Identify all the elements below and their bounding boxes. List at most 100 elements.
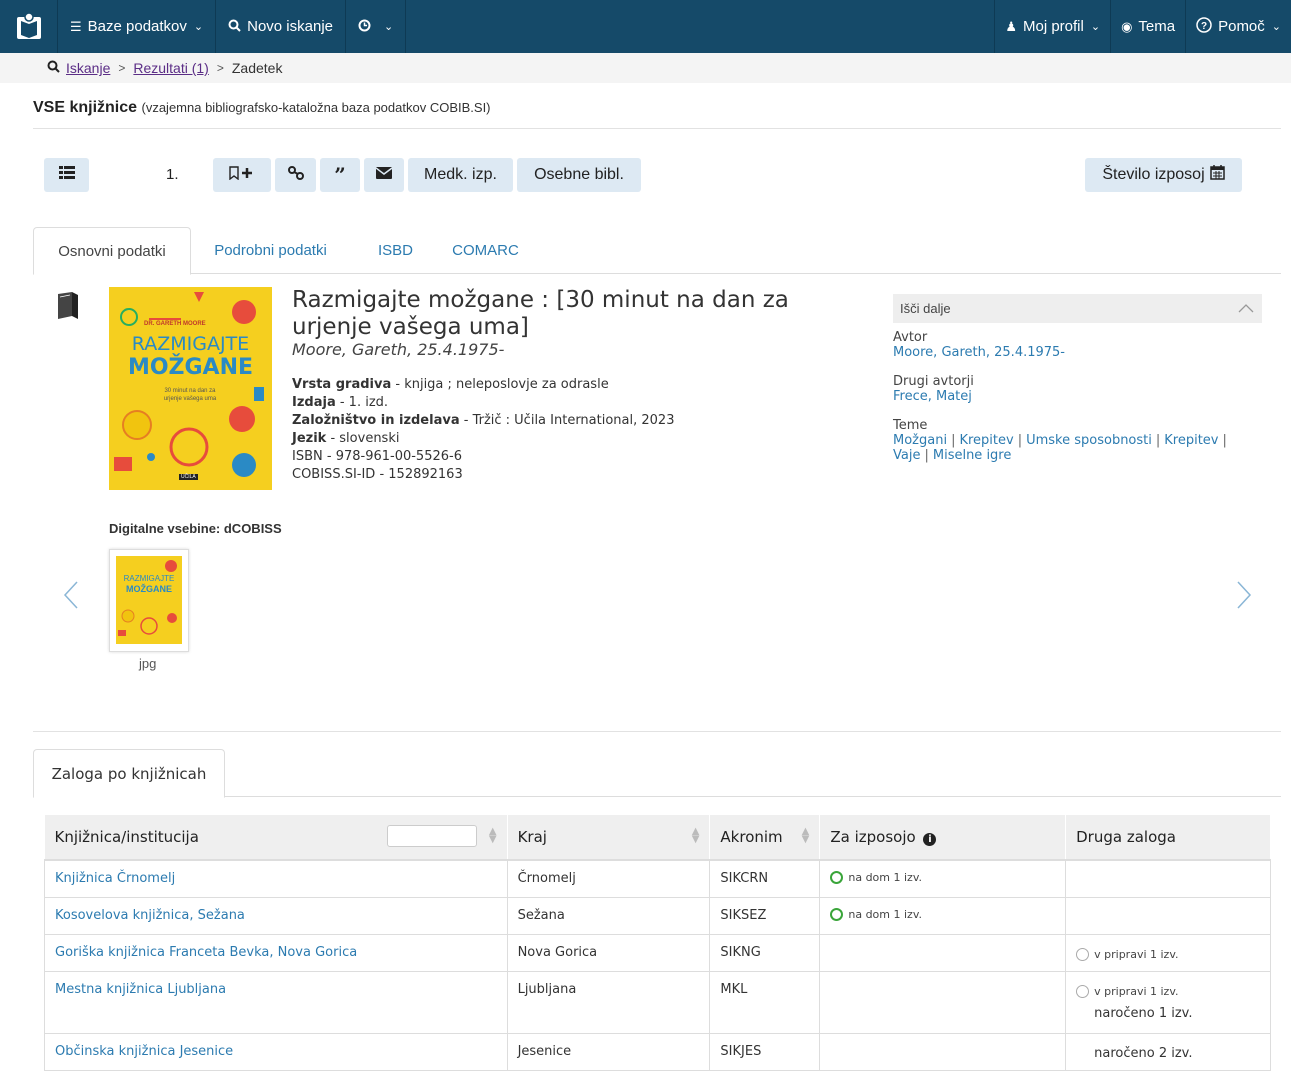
digital-thumbnail[interactable]: RAZMIGAJTE MOŽGANE (109, 549, 189, 652)
in-preparation-circle-icon (1076, 984, 1090, 998)
library-link[interactable]: Mestna knjižnica Ljubljana (55, 982, 226, 997)
column-header-acronym[interactable]: Akronim ▲ ▼ (709, 815, 821, 861)
theme-button[interactable]: ◉ Tema (1111, 0, 1187, 53)
chevron-down-icon: ⌄ (384, 21, 394, 33)
available-circle-icon (830, 871, 844, 884)
topic-link[interactable]: Možgani (893, 433, 947, 448)
cover-title-line1: RAZMIGAJTE (131, 333, 250, 355)
email-button[interactable] (364, 158, 404, 192)
record-title: Razmigajte možgane : [30 minut na dan za… (292, 287, 789, 340)
user-icon: ♟ (1005, 18, 1017, 34)
available-cell (819, 970, 1067, 1034)
book-cover-image[interactable]: DR. GARETH MOORE RAZMIGAJTE MOŽGANE 30 m… (109, 287, 272, 490)
breadcrumb: Iskanje > Rezultati (1) > Zadetek (0, 53, 1291, 83)
library-link[interactable]: Goriška knjižnica Franceta Bevka, Nova G… (55, 945, 357, 960)
author-link[interactable]: Moore, Gareth, 25.4.1975- (893, 345, 1065, 360)
acronym-cell: MKL (709, 970, 821, 1034)
book-reader-logo-icon (16, 11, 41, 39)
sort-icon[interactable]: ▲ ▼ (692, 827, 700, 845)
question-circle-icon: ? (1196, 17, 1212, 36)
sort-icon[interactable]: ▲ ▼ (489, 827, 497, 845)
cobiss-logo[interactable] (0, 0, 58, 53)
cover-author: DR. GARETH MOORE (144, 321, 206, 327)
help-menu[interactable]: ? Pomoč ⌄ (1186, 0, 1291, 53)
topic-link[interactable]: Krepitev (1164, 433, 1218, 448)
field-language: Jezik - slovenski (292, 431, 400, 446)
list-view-button[interactable] (44, 158, 89, 192)
acronym-cell: SIKJES (709, 1032, 821, 1071)
new-search-button[interactable]: Novo iskanje (216, 0, 347, 53)
other-authors-label: Drugi avtorji (893, 374, 974, 389)
breadcrumb-separator: > (216, 61, 224, 75)
acronym-cell: SIKSEZ (709, 896, 821, 935)
column-header-city[interactable]: Kraj ▲ ▼ (507, 815, 711, 861)
calendar-icon (1209, 165, 1225, 185)
city-cell: Nova Gorica (506, 933, 711, 972)
ordered-text: naročeno 1 izv. (1094, 1005, 1193, 1021)
database-name: VSE knjižnice (33, 99, 138, 116)
loan-count-button[interactable]: Število izposoj (1085, 158, 1242, 192)
search-more-header[interactable]: Išči dalje (893, 294, 1262, 323)
history-menu[interactable]: ⌄ (346, 0, 407, 53)
topic-link[interactable]: Krepitev (959, 433, 1013, 448)
column-header-available: Za izposojo i (819, 815, 1067, 861)
profile-menu[interactable]: ♟ Moj profil ⌄ (995, 0, 1112, 53)
table-row: Mestna knjižnica Ljubljana Ljubljana MKL… (44, 970, 1271, 1034)
breadcrumb-results-link[interactable]: Rezultati (1) (133, 60, 208, 76)
carousel-prev-icon[interactable] (63, 580, 79, 618)
field-material-type: Vrsta gradiva - knjiga ; neleposlovje za… (292, 377, 609, 392)
topic-link[interactable]: Miselne igre (933, 448, 1012, 463)
profile-label: Moj profil (1022, 18, 1084, 35)
tab-comarc[interactable]: COMARC (438, 227, 533, 274)
breadcrumb-search-link[interactable]: Iskanje (66, 60, 110, 76)
ordered-text: naročeno 2 izv. (1094, 1045, 1193, 1061)
book-icon (56, 291, 80, 324)
chevron-up-icon (1238, 301, 1254, 316)
record-fields: Vrsta gradiva - knjiga ; neleposlovje za… (292, 376, 674, 484)
digital-content-label: Digitalne vsebine: dCOBISS (109, 521, 282, 536)
library-link[interactable]: Knjižnica Črnomelj (55, 871, 175, 886)
databases-menu[interactable]: ☰ Baze podatkov ⌄ (58, 0, 217, 53)
tab-basic-data[interactable]: Osnovni podatki (33, 227, 191, 275)
available-cell (819, 1032, 1067, 1071)
field-publication: Založništvo in izdelava - Tržič : Učila … (292, 413, 675, 428)
divider (33, 128, 1281, 129)
tab-holdings-by-library[interactable]: Zaloga po knjižnicah (33, 749, 225, 798)
topic-link[interactable]: Umske sposobnosti (1026, 433, 1152, 448)
column-header-library[interactable]: Knjižnica/institucija ▲ ▼ (44, 815, 508, 861)
tab-detailed-data[interactable]: Podrobni podatki (198, 227, 343, 274)
interlibrary-loan-button[interactable]: Medk. izp. (408, 158, 513, 192)
database-title: VSE knjižnice (vzajemna bibliografsko-ka… (33, 99, 491, 117)
library-filter-input[interactable] (386, 825, 477, 847)
chevron-down-icon: ⌄ (1090, 21, 1101, 33)
personal-bibliography-button[interactable]: Osebne bibl. (517, 158, 641, 192)
breadcrumb-separator: > (118, 61, 126, 75)
tab-isbd[interactable]: ISBD (363, 227, 428, 274)
topic-link[interactable]: Vaje (893, 448, 920, 463)
city-cell: Črnomelj (506, 859, 711, 898)
in-preparation-circle-icon (1076, 947, 1090, 961)
bookmark-add-button[interactable] (213, 158, 271, 192)
library-link[interactable]: Kosovelova knjižnica, Sežana (55, 908, 245, 923)
other-author-link[interactable]: Frece, Matej (893, 389, 972, 404)
library-link[interactable]: Občinska knjižnica Jesenice (55, 1044, 233, 1059)
sort-icon[interactable]: ▲ ▼ (802, 827, 810, 845)
top-navbar: ☰ Baze podatkov ⌄ Novo iskanje ⌄ ♟ Moj p… (0, 0, 1291, 53)
city-cell: Ljubljana (506, 970, 711, 1034)
field-cobiss-id: COBISS.SI-ID - 152892163 (292, 467, 463, 482)
available-text: na dom 1 izv. (848, 871, 922, 884)
table-row: Knjižnica Črnomelj Črnomelj SIKCRN na do… (44, 859, 1271, 898)
search-more-title: Išči dalje (900, 301, 951, 316)
info-icon[interactable]: i (923, 833, 937, 846)
help-label: Pomoč (1218, 18, 1265, 35)
search-icon (228, 19, 241, 35)
chevron-down-icon: ⌄ (1271, 21, 1281, 33)
holdings-table: Knjižnica/institucija ▲ ▼ Kraj ▲ ▼ Akronim… (44, 815, 1271, 1071)
cite-button[interactable]: ” (320, 158, 360, 192)
carousel-next-icon[interactable] (1236, 580, 1252, 618)
breadcrumb-current: Zadetek (231, 60, 283, 76)
bookmark-plus-icon (228, 165, 256, 185)
theme-label: Tema (1138, 18, 1176, 35)
permalink-button[interactable] (275, 158, 316, 192)
chevron-down-icon: ⌄ (193, 21, 204, 33)
